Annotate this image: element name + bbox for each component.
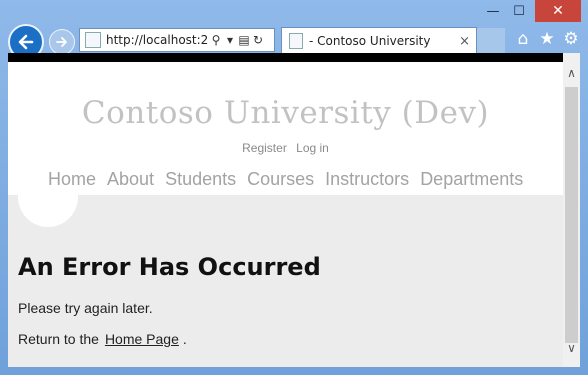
error-heading: An Error Has Occurred [18, 253, 321, 281]
error-message: Please try again later. [18, 300, 153, 316]
forward-arrow-icon [56, 37, 67, 47]
scroll-down-icon[interactable]: ∨ [563, 337, 580, 359]
tab-contoso-university[interactable]: - Contoso University × [281, 27, 477, 54]
page-viewport: Contoso University (Dev) Register Log in… [8, 53, 580, 367]
menu-item-about[interactable]: About [107, 169, 154, 190]
forward-button[interactable] [49, 29, 75, 55]
compatibility-view-icon[interactable]: ▤ [237, 33, 251, 47]
menu-item-home[interactable]: Home [48, 169, 96, 190]
return-suffix: . [182, 331, 187, 347]
menu-item-students[interactable]: Students [165, 169, 236, 190]
main-menu: Home About Students Courses Instructors … [48, 169, 523, 190]
register-link[interactable]: Register [242, 141, 287, 155]
menu-item-departments[interactable]: Departments [420, 169, 523, 190]
scroll-up-icon[interactable]: ∧ [563, 62, 580, 84]
new-tab-button[interactable] [477, 28, 505, 53]
minimize-button[interactable]: — [480, 0, 506, 22]
refresh-icon[interactable]: ↻ [251, 33, 265, 47]
url-text[interactable]: http://localhost:214 [106, 33, 209, 47]
close-tab-icon[interactable]: × [459, 34, 470, 49]
return-text: Return to the [18, 331, 99, 347]
page-header: Contoso University (Dev) Register Log in… [8, 62, 563, 227]
login-links: Register Log in [8, 141, 563, 155]
scroll-thumb[interactable] [565, 87, 578, 343]
back-arrow-icon [18, 34, 34, 50]
maximize-button[interactable]: ☐ [506, 0, 532, 22]
menu-item-instructors[interactable]: Instructors [325, 169, 409, 190]
close-window-button[interactable]: ✕ [535, 0, 581, 22]
return-line: Return to the Home Page . [18, 331, 187, 347]
page-icon [85, 32, 101, 48]
dropdown-icon[interactable]: ▾ [223, 33, 237, 47]
menu-item-courses[interactable]: Courses [247, 169, 314, 190]
search-icon[interactable]: ⚲ [209, 33, 223, 47]
login-link[interactable]: Log in [296, 141, 329, 155]
top-bar [8, 53, 563, 62]
address-bar[interactable]: http://localhost:214 ⚲ ▾ ▤ ↻ [79, 28, 275, 52]
site-title[interactable]: Contoso University (Dev) [8, 95, 563, 131]
tab-title: - Contoso University [309, 34, 431, 48]
page-icon [289, 33, 303, 49]
favorites-icon[interactable]: ★ [536, 28, 558, 50]
vertical-scrollbar[interactable]: ∧ ∨ [563, 53, 580, 367]
home-page-link[interactable]: Home Page [105, 331, 179, 347]
home-icon[interactable]: ⌂ [512, 28, 534, 50]
gear-icon[interactable]: ⚙ [560, 28, 582, 50]
